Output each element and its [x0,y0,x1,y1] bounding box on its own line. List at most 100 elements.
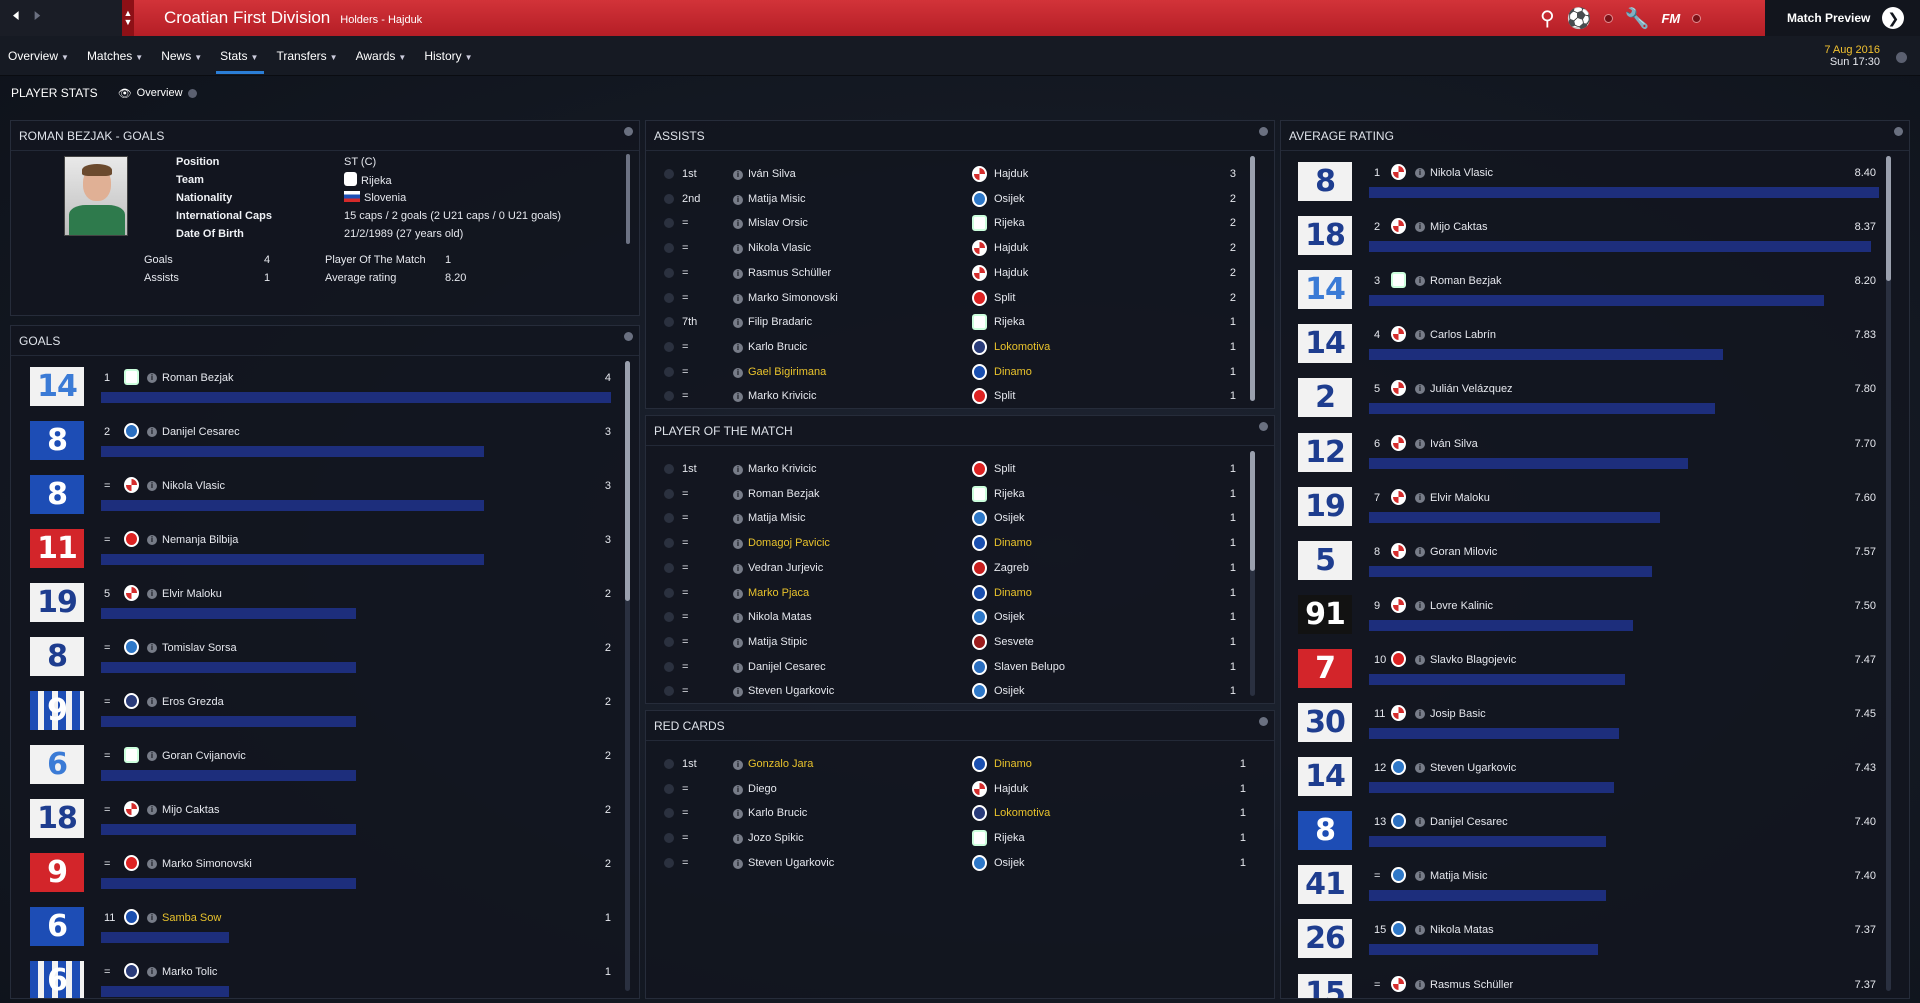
row-select-dot[interactable] [664,218,674,229]
row-select-dot[interactable] [664,562,674,573]
table-row[interactable]: 8 13 i Danijel Cesarec 7.40 [1281,808,1909,858]
player-name[interactable]: Samba Sow [162,912,221,924]
info-icon[interactable]: i [1415,330,1425,341]
player-name[interactable]: Marko Tolic [162,966,217,978]
player-name[interactable]: Matija Misic [1430,870,1487,882]
info-icon[interactable]: i [1415,168,1425,178]
club-name[interactable]: Rijeka [994,832,1025,844]
nationality-value[interactable]: Slovenia [344,191,406,204]
info-icon[interactable]: i [1415,546,1425,557]
row-select-dot[interactable] [664,538,674,549]
info-icon[interactable]: i [733,760,743,770]
team-value[interactable]: Rijeka [344,172,392,187]
club-name[interactable]: Dinamo [994,366,1032,378]
club-name[interactable]: Slaven Belupo [994,661,1065,673]
club-name[interactable]: Split [994,390,1015,402]
panel-options-dot[interactable] [1259,717,1268,726]
info-icon[interactable]: i [733,637,743,648]
player-name[interactable]: Danijel Cesarec [162,426,240,438]
table-row[interactable]: 9 = i Eros Grezda 2 [11,688,639,738]
row-select-dot[interactable] [664,341,674,352]
table-row[interactable]: 7th i Filip Bradaric Rijeka 1 [646,314,1274,334]
info-icon[interactable]: i [733,662,743,673]
table-row[interactable]: = i Danijel Cesarec Slaven Belupo 1 [646,658,1274,679]
menu-stats[interactable]: Stats ▼ [216,36,268,76]
player-name[interactable]: Rasmus Schüller [748,267,831,279]
club-name[interactable]: Hajduk [994,783,1028,795]
panel-options-dot[interactable] [1259,422,1268,431]
menu-awards[interactable]: Awards ▼ [356,36,417,76]
panel-options-dot[interactable] [1894,127,1903,136]
table-row[interactable]: = i Marko Pjaca Dinamo 1 [646,584,1274,605]
info-icon[interactable]: i [733,809,743,820]
club-name[interactable]: Osijek [994,685,1025,697]
player-name[interactable]: Carlos Labrín [1430,329,1496,341]
table-row[interactable]: 18 2 i Mijo Caktas 8.37 [1281,213,1909,263]
club-name[interactable]: Rijeka [994,488,1025,500]
club-name[interactable]: Split [994,463,1015,475]
club-name[interactable]: Split [994,292,1015,304]
row-select-dot[interactable] [664,612,674,623]
table-row[interactable]: 91 9 i Lovre Kalinic 7.50 [1281,592,1909,642]
info-icon[interactable]: i [733,858,743,869]
panel-options-dot[interactable] [1259,127,1268,136]
menu-history[interactable]: History ▼ [424,36,482,76]
row-select-dot[interactable] [664,783,674,794]
view-options-dot[interactable] [187,88,197,98]
row-select-dot[interactable] [664,317,674,328]
table-row[interactable]: 1st i Marko Krivicic Split 1 [646,461,1274,481]
info-icon[interactable]: i [733,219,743,230]
forward-arrow-icon[interactable]: 🢒 [34,1,42,35]
player-name[interactable]: Karlo Brucic [748,807,807,819]
player-name[interactable]: Elvir Maloku [1430,492,1490,504]
info-icon[interactable]: i [733,293,743,304]
player-name[interactable]: Danijel Cesarec [1430,816,1508,828]
row-select-dot[interactable] [664,513,674,524]
player-name[interactable]: Gonzalo Jara [748,758,813,770]
table-row[interactable]: 12 6 i Iván Silva 7.70 [1281,430,1909,480]
fm-menu-button[interactable]: FM [1661,11,1680,26]
date-options-dot[interactable] [1896,52,1907,63]
club-name[interactable]: Hajduk [994,168,1028,180]
info-icon[interactable]: i [147,697,157,707]
table-row[interactable]: 1st i Gonzalo Jara Dinamo 1 [646,756,1274,776]
player-name[interactable]: Marko Pjaca [748,587,809,599]
info-icon[interactable]: i [733,784,743,795]
table-row[interactable]: 14 3 i Roman Bezjak 8.20 [1281,267,1909,317]
info-icon[interactable]: i [1415,817,1425,828]
menu-overview[interactable]: Overview ▼ [8,36,79,76]
info-icon[interactable]: i [147,535,157,545]
player-name[interactable]: Iván Silva [1430,438,1478,450]
sort-toggle-icon[interactable]: ▲ ▼ [122,0,134,36]
player-name[interactable]: Josip Basic [1430,708,1486,720]
club-name[interactable]: Osijek [994,611,1025,623]
info-icon[interactable]: i [1415,871,1425,882]
player-name[interactable]: Roman Bezjak [162,372,234,384]
club-name[interactable]: Dinamo [994,758,1032,770]
club-name[interactable]: Dinamo [994,537,1032,549]
player-name[interactable]: Steven Ugarkovic [748,857,834,869]
info-icon[interactable]: i [1415,438,1425,449]
row-select-dot[interactable] [664,267,674,278]
row-select-dot[interactable] [664,366,674,377]
table-row[interactable]: = i Nikola Matas Osijek 1 [646,609,1274,629]
table-row[interactable]: = i Gael Bigirimana Dinamo 1 [646,363,1274,384]
table-row[interactable]: = i Vedran Jurjevic Zagreb 1 [646,559,1274,580]
menu-transfers[interactable]: Transfers ▼ [276,36,347,76]
row-select-dot[interactable] [664,833,674,844]
row-select-dot[interactable] [664,587,674,598]
player-name[interactable]: Tomislav Sorsa [162,642,237,654]
table-row[interactable]: = i Karlo Brucic Lokomotiva 1 [646,338,1274,359]
info-icon[interactable]: i [147,967,157,977]
table-row[interactable]: = i Roman Bezjak Rijeka 1 [646,485,1274,506]
club-name[interactable]: Dinamo [994,587,1032,599]
table-row[interactable]: 8 2 i Danijel Cesarec 3 [11,418,639,468]
table-row[interactable]: = i Matija Stipic Sesvete 1 [646,633,1274,654]
club-name[interactable]: Hajduk [994,242,1028,254]
table-row[interactable]: = i Steven Ugarkovic Osijek 1 [646,683,1274,703]
table-row[interactable]: = i Diego Hajduk 1 [646,780,1274,801]
row-select-dot[interactable] [664,488,674,499]
info-icon[interactable]: i [733,392,743,403]
player-name[interactable]: Eros Grezda [162,696,224,708]
row-select-dot[interactable] [664,243,674,254]
